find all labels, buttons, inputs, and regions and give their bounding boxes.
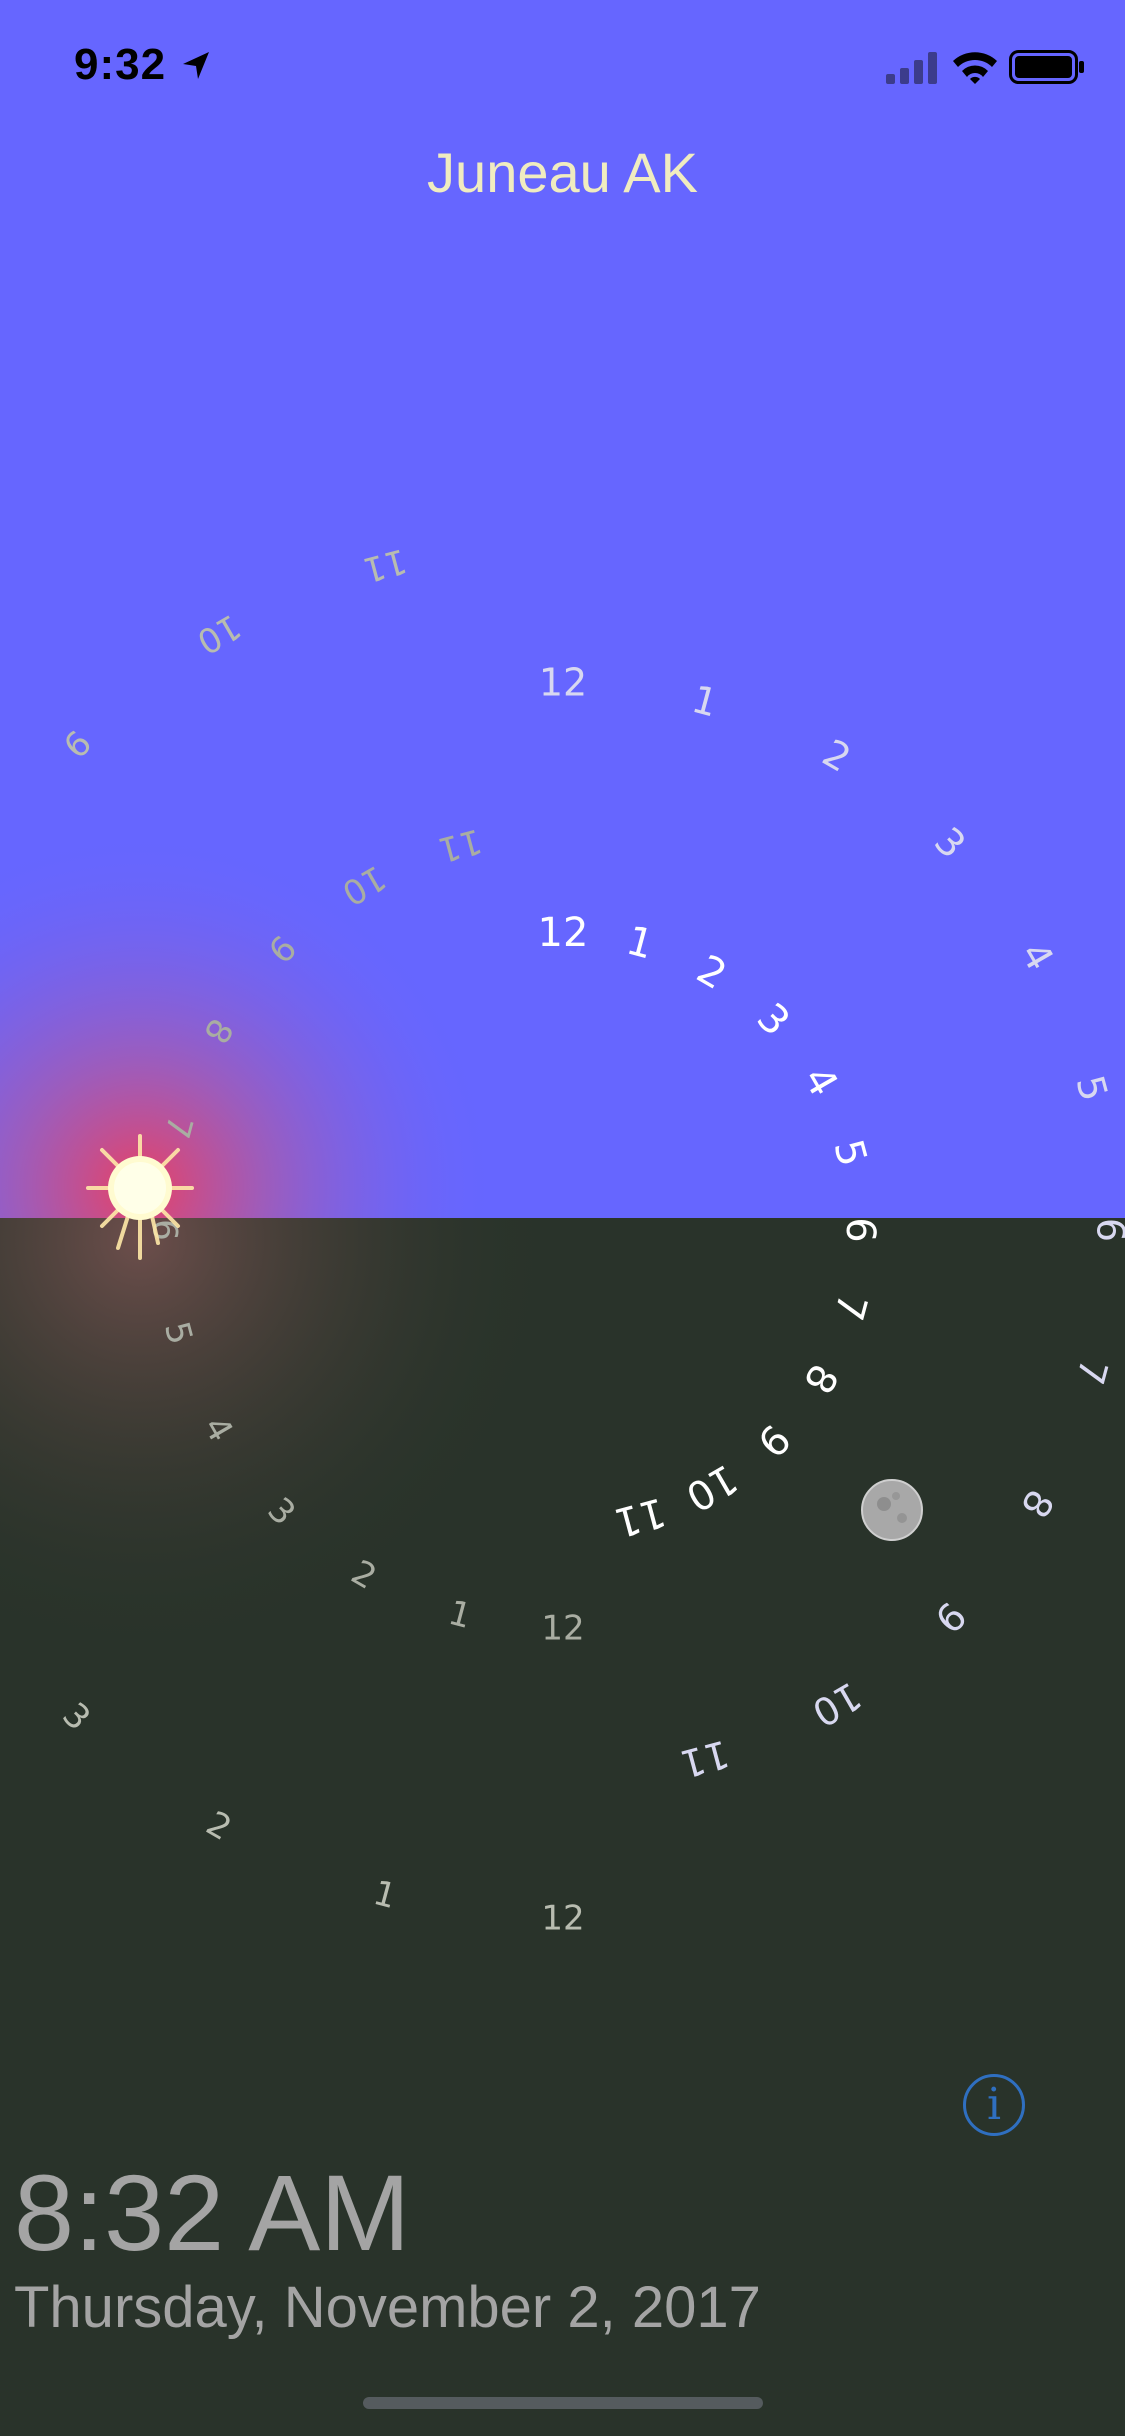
dial-hour-label: 10 — [805, 1673, 869, 1735]
dial-hour-label: 9 — [748, 1415, 799, 1466]
dial-hour-label: 3 — [748, 995, 799, 1046]
dial-hour-label: 5 — [824, 1135, 875, 1171]
outer-ring-night-labels: 121234567891011 — [54, 540, 584, 1939]
dial-hour-label: 8 — [794, 1356, 847, 1401]
dial-hour-label: 4 — [195, 1410, 240, 1449]
current-date: Thursday, November 2, 2017 — [14, 2275, 761, 2340]
dial-hour-label: 3 — [54, 1695, 98, 1739]
current-time: 8:32 AM — [14, 2152, 411, 2273]
dial-hour-label: 8 — [1012, 1482, 1062, 1525]
dial-hour-label: 3 — [926, 819, 974, 867]
dial-hour-label: 2 — [344, 1552, 383, 1597]
dial-hour-label: 4 — [1012, 935, 1062, 978]
outer-ring-day-labels: 121234567891011 — [539, 661, 1125, 1787]
info-icon: i — [986, 2079, 1002, 2130]
dial-hour-label: 12 — [541, 1609, 584, 1649]
dial-hour-label: 4 — [794, 1059, 847, 1104]
dial-hour-label: 9 — [54, 721, 98, 765]
dial-hour-label: 12 — [538, 910, 589, 956]
dial-hour-label: 7 — [1067, 1354, 1116, 1389]
dial-hour-label: 11 — [434, 820, 486, 870]
moon-icon — [861, 1479, 923, 1541]
dial-hour-label: 1 — [369, 1873, 400, 1917]
dial-hour-label: 7 — [824, 1289, 875, 1325]
dial-hour-label: 5 — [156, 1317, 200, 1348]
dial-hour-label: 1 — [687, 677, 722, 726]
dial-hour-label: 3 — [259, 1490, 303, 1534]
dial-hour-label: 12 — [539, 661, 587, 705]
dial-hour-label: 2 — [815, 731, 858, 781]
dial-hour-label: 5 — [1067, 1071, 1116, 1106]
dial-hour-label: 6 — [837, 1217, 883, 1242]
dial-hour-label: 12 — [541, 1899, 584, 1939]
dial-hour-label: 6 — [145, 1219, 185, 1241]
dial-hour-label: 10 — [678, 1455, 745, 1520]
home-indicator[interactable] — [363, 2397, 763, 2409]
dial-hour-label: 9 — [926, 1593, 974, 1641]
dial-hour-label: 8 — [195, 1011, 240, 1050]
dial-hour-label: 6 — [1089, 1218, 1125, 1242]
dial-hour-label: 1 — [622, 918, 658, 969]
dial-hour-label: 11 — [609, 1488, 670, 1546]
dial-hour-label: 9 — [259, 926, 303, 970]
dial-hour-label: 2 — [199, 1804, 238, 1849]
dial-hour-label: 1 — [444, 1593, 475, 1637]
inner-ring-night-labels: 121234567891011 — [145, 820, 585, 1648]
dial-hour-label: 7 — [156, 1111, 200, 1142]
inner-ring-day-labels: 12 1234567891011 — [538, 910, 883, 1546]
dial-hour-label: 10 — [335, 857, 392, 913]
dial-hour-label: 11 — [359, 540, 411, 590]
dial-hour-label: 11 — [676, 1731, 734, 1786]
info-button[interactable]: i — [963, 2074, 1025, 2136]
dial-hour-label: 2 — [689, 946, 734, 999]
clock-dial: 121234567891011 121234567891011 12123456… — [54, 540, 1125, 1939]
dial-hour-label: 10 — [190, 606, 247, 662]
